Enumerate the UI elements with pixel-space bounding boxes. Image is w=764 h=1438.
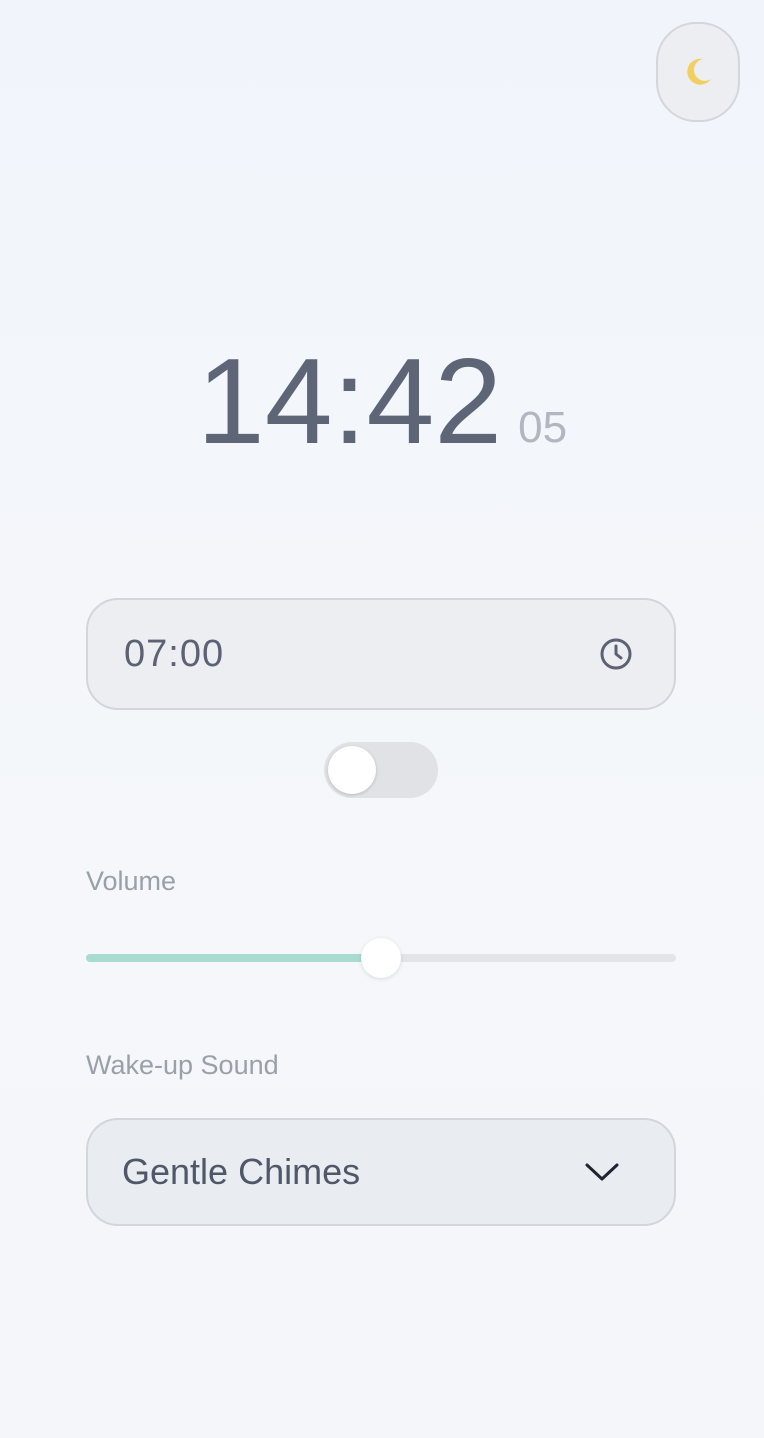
alarm-time-input[interactable]: 07:00 xyxy=(86,598,676,710)
clock-icon[interactable] xyxy=(598,636,634,672)
wake-up-sound-select[interactable]: Gentle Chimes xyxy=(86,1118,676,1226)
alarm-enable-toggle[interactable] xyxy=(324,742,438,798)
chevron-down-icon xyxy=(585,1163,619,1181)
alarm-time-value: 07:00 xyxy=(124,632,225,675)
clock-seconds: 05 xyxy=(518,403,568,452)
volume-slider[interactable] xyxy=(86,938,676,978)
volume-slider-fill xyxy=(86,954,381,962)
volume-slider-thumb[interactable] xyxy=(361,938,401,978)
clock-display: 14:42 05 xyxy=(0,340,764,462)
wake-up-sound-value: Gentle Chimes xyxy=(122,1151,361,1192)
theme-toggle-button[interactable] xyxy=(656,22,740,122)
toggle-knob xyxy=(328,746,376,794)
moon-icon xyxy=(687,58,711,85)
clock-hours-minutes: 14:42 xyxy=(196,333,503,469)
wake-up-sound-label: Wake-up Sound xyxy=(86,1050,279,1080)
volume-label: Volume xyxy=(86,866,177,896)
